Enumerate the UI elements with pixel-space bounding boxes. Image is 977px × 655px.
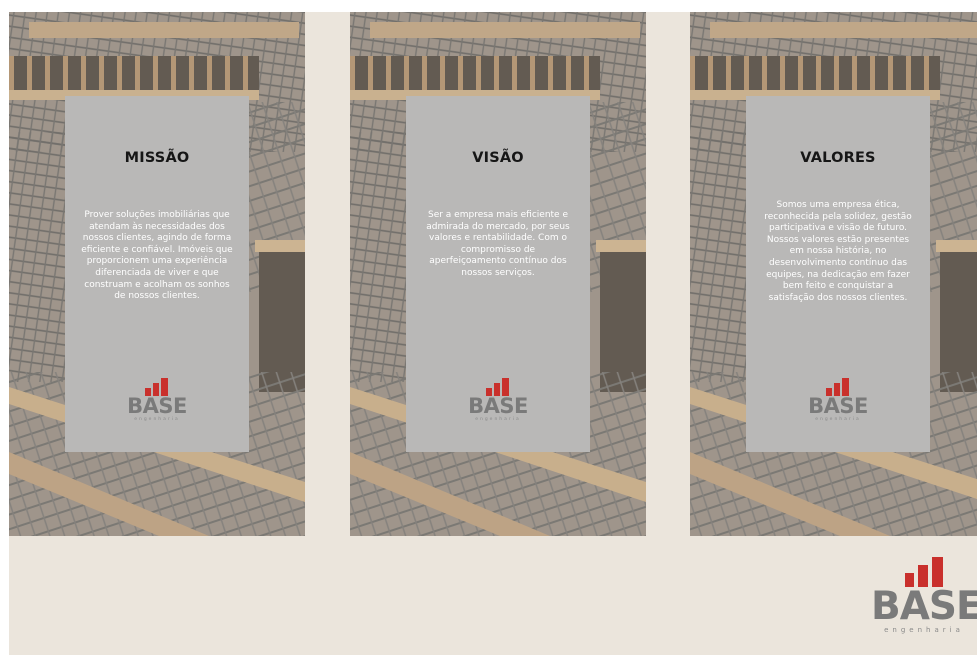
logo-tagline: engenharia [475, 417, 521, 422]
panel-missao: MISSÃO Prover soluções imobiliárias que … [9, 12, 305, 536]
logo-wordmark: BASE [127, 394, 187, 418]
logo-wordmark: BASE [871, 584, 977, 629]
panel-visao: VISÃO Ser a empresa mais eficiente e adm… [350, 12, 646, 536]
panel-valores: VALORES Somos uma empresa ética, reconhe… [690, 12, 977, 536]
logo-bars-icon [905, 557, 943, 587]
base-logo: BASE engenharia [746, 378, 930, 423]
logo-tagline: engenharia [815, 417, 861, 422]
mission-card: MISSÃO Prover soluções imobiliárias que … [65, 96, 249, 452]
card-title: MISSÃO [124, 150, 190, 166]
logo-wordmark: BASE [468, 394, 528, 418]
logo-tagline: engenharia [134, 417, 180, 422]
card-text: Prover soluções imobiliárias que atendam… [81, 210, 233, 302]
card-text: Somos uma empresa ética, reconhecida pel… [764, 200, 912, 303]
card-title: VALORES [800, 150, 876, 166]
base-logo: BASE engenharia [65, 378, 249, 423]
vision-card: VISÃO Ser a empresa mais eficiente e adm… [406, 96, 590, 452]
brand-logo-footer: BASE engenharia [871, 557, 977, 634]
logo-wordmark: BASE [808, 394, 868, 418]
card-title: VISÃO [472, 150, 524, 166]
page-canvas: MISSÃO Prover soluções imobiliárias que … [9, 12, 977, 655]
base-logo: BASE engenharia [406, 378, 590, 423]
logo-tagline: engenharia [884, 626, 964, 634]
card-text: Ser a empresa mais eficiente e admirada … [426, 210, 570, 278]
values-card: VALORES Somos uma empresa ética, reconhe… [746, 96, 930, 452]
